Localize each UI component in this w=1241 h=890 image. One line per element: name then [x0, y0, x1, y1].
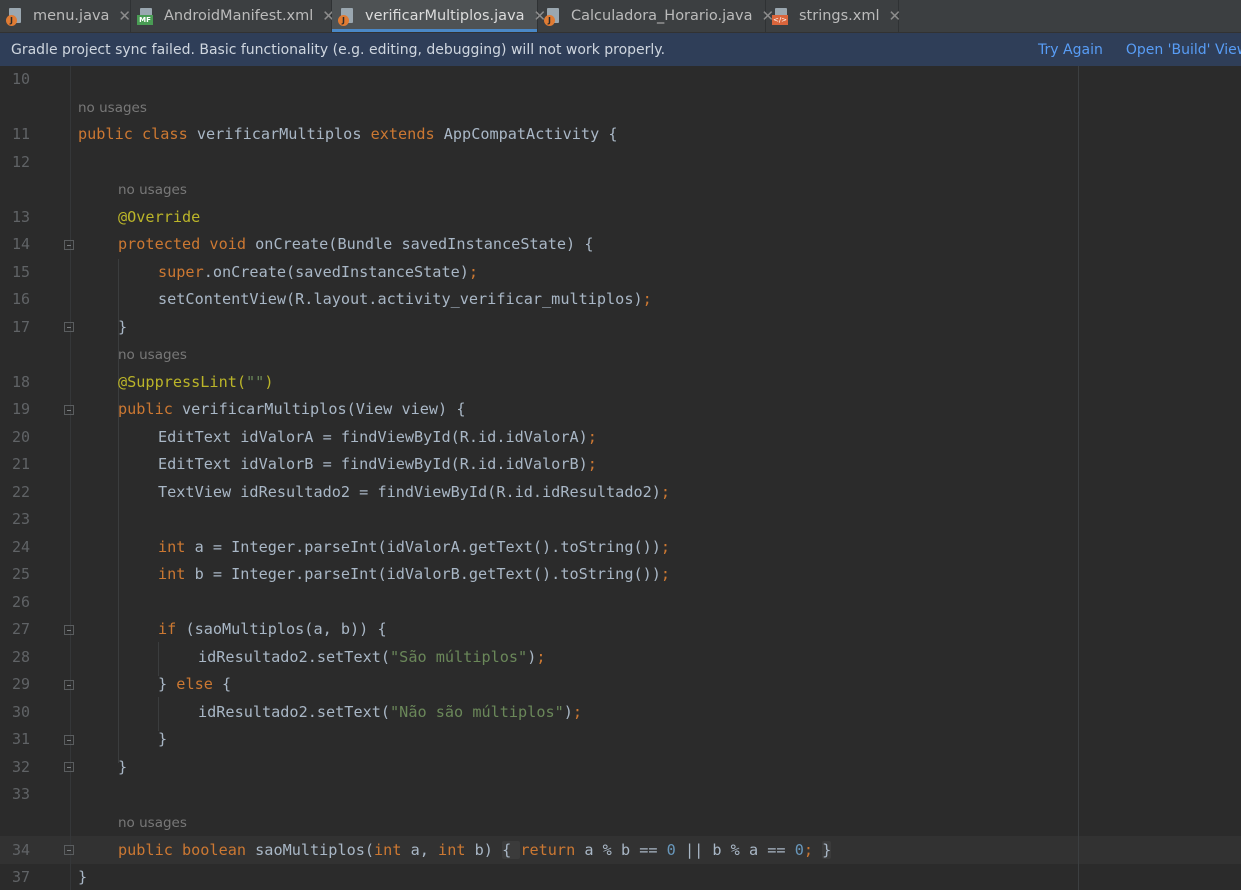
line-number: 33 [11, 785, 30, 803]
code-line: } else { [158, 675, 232, 693]
gradle-sync-banner: Gradle project sync failed. Basic functi… [0, 33, 1241, 66]
usage-hint[interactable]: no usages [118, 347, 187, 363]
code-line: idResultado2.setText("Não são múltiplos"… [198, 703, 583, 721]
code-line: } [118, 318, 128, 336]
tab-label: Calculadora_Horario.java [571, 8, 753, 24]
usage-hint[interactable]: no usages [78, 100, 147, 116]
tab-androidmanifest-xml[interactable]: MF AndroidManifest.xml ✕ [131, 0, 335, 32]
banner-message: Gradle project sync failed. Basic functi… [11, 41, 666, 58]
fold-icon[interactable] [64, 405, 74, 415]
fold-icon[interactable] [64, 845, 74, 855]
editor-tab-bar: J menu.java ✕ MF AndroidManifest.xml ✕ J… [0, 0, 1241, 33]
fold-icon[interactable] [64, 322, 74, 332]
line-number: 20 [11, 428, 30, 446]
code-line: TextView idResultado2 = findViewById(R.i… [158, 483, 671, 501]
line-number: 26 [11, 593, 30, 611]
code-line: } [118, 758, 128, 776]
tab-verificarmultiplos-java[interactable]: J verificarMultiplos.java ✕ [332, 0, 546, 32]
line-number: 30 [11, 703, 30, 721]
code-line: EditText idValorA = findViewById(R.id.id… [158, 428, 597, 446]
fold-icon[interactable] [64, 680, 74, 690]
java-file-icon: J [544, 6, 564, 26]
line-number: 24 [11, 538, 30, 556]
tab-label: strings.xml [799, 8, 880, 24]
line-number: 11 [11, 125, 30, 143]
tab-strings-xml[interactable]: </> strings.xml ✕ [766, 0, 902, 32]
try-again-link[interactable]: Try Again [1038, 42, 1103, 58]
code-line: int a = Integer.parseInt(idValorA.getTex… [158, 538, 671, 556]
code-line: } [158, 730, 168, 748]
code-line: } [78, 868, 88, 886]
tab-menu-java[interactable]: J menu.java ✕ [0, 0, 131, 32]
tab-label: verificarMultiplos.java [365, 8, 525, 24]
code-line: idResultado2.setText("São múltiplos"); [198, 648, 546, 666]
code-line: protected void onCreate(Bundle savedInst… [118, 235, 594, 253]
fold-icon[interactable] [64, 240, 74, 250]
line-number: 12 [11, 153, 30, 171]
line-number: 16 [11, 290, 30, 308]
fold-icon[interactable] [64, 625, 74, 635]
line-number: 17 [11, 318, 30, 336]
right-margin-guide [1078, 66, 1079, 890]
fold-icon[interactable] [64, 762, 74, 772]
line-number: 28 [11, 648, 30, 666]
code-editor[interactable]: 10 11 12 13 14 15 16 17 18 19 20 21 22 2… [0, 66, 1241, 890]
close-icon[interactable]: ✕ [889, 7, 902, 25]
code-line: super.onCreate(savedInstanceState); [158, 263, 479, 281]
indent-guide [158, 642, 159, 676]
line-number: 29 [11, 675, 30, 693]
usage-hint[interactable]: no usages [118, 815, 187, 831]
line-number: 31 [11, 730, 30, 748]
code-line: public class verificarMultiplos extends … [78, 125, 618, 143]
java-file-icon: J [6, 6, 26, 26]
manifest-file-icon: MF [137, 6, 157, 26]
fold-icon[interactable] [64, 735, 74, 745]
line-number: 23 [11, 510, 30, 528]
close-icon[interactable]: ✕ [118, 7, 131, 25]
line-number: 25 [11, 565, 30, 583]
tab-label: menu.java [33, 8, 110, 24]
tab-calculadora-horario-java[interactable]: J Calculadora_Horario.java ✕ [538, 0, 774, 32]
xml-file-icon: </> [772, 6, 792, 26]
line-number: 22 [11, 483, 30, 501]
indent-guide [158, 697, 159, 731]
java-file-icon: J [338, 6, 358, 26]
code-line: @SuppressLint("") [118, 373, 274, 391]
line-number: 32 [11, 758, 30, 776]
usage-hint[interactable]: no usages [118, 182, 187, 198]
code-line: public verificarMultiplos(View view) { [118, 400, 466, 418]
line-number: 37 [11, 868, 30, 886]
line-number: 14 [11, 235, 30, 253]
code-line: if (saoMultiplos(a, b)) { [158, 620, 387, 638]
code-line: public boolean saoMultiplos(int a, int b… [118, 841, 832, 859]
line-number: 10 [11, 70, 30, 88]
line-number: 34 [11, 841, 30, 859]
line-number: 21 [11, 455, 30, 473]
line-number: 27 [11, 620, 30, 638]
folded-region[interactable]: { [502, 841, 521, 859]
code-line: EditText idValorB = findViewById(R.id.id… [158, 455, 597, 473]
open-build-view-link[interactable]: Open 'Build' View [1126, 42, 1241, 58]
line-number: 18 [11, 373, 30, 391]
code-line: int b = Integer.parseInt(idValorB.getTex… [158, 565, 671, 583]
code-line: @Override [118, 208, 201, 226]
line-number: 19 [11, 400, 30, 418]
line-number: 15 [11, 263, 30, 281]
folded-region-end[interactable]: } [822, 841, 832, 859]
code-line: setContentView(R.layout.activity_verific… [158, 290, 652, 308]
line-number: 13 [11, 208, 30, 226]
tab-label: AndroidManifest.xml [164, 8, 314, 24]
